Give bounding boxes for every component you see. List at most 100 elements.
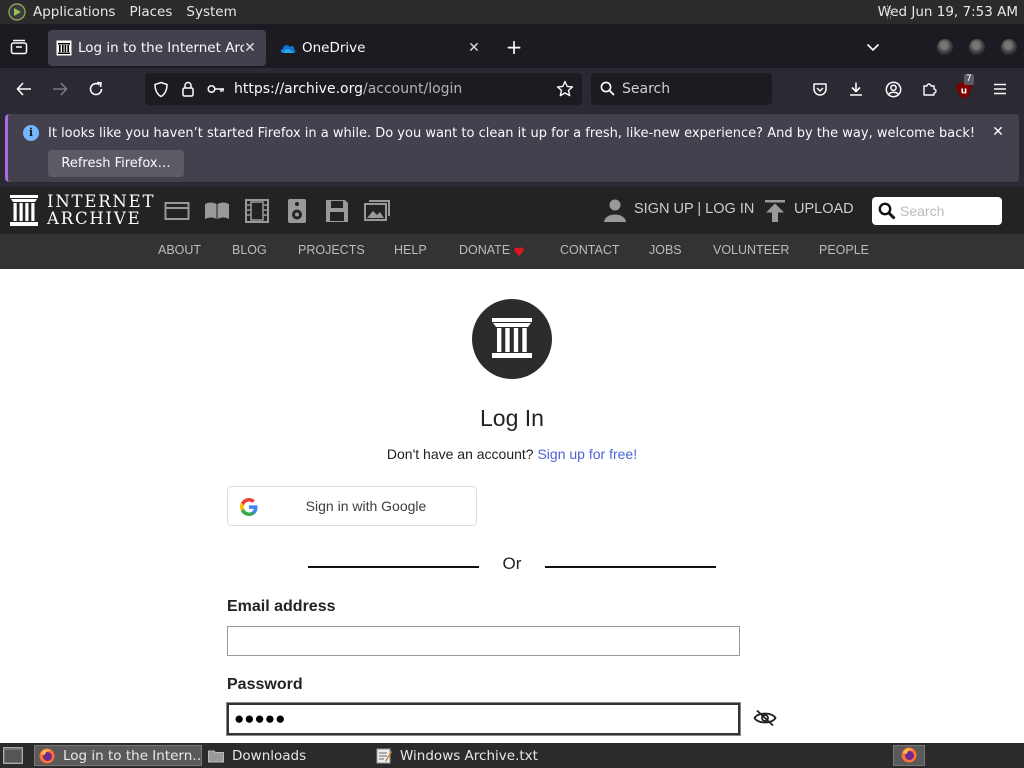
firefox-icon xyxy=(39,748,55,763)
url-path: /account/login xyxy=(362,81,463,97)
shield-icon[interactable] xyxy=(153,81,169,98)
password-mask: ●●●●● xyxy=(234,709,286,728)
refresh-firefox-button[interactable]: Refresh Firefox… xyxy=(48,150,184,177)
tab-onedrive[interactable]: OneDrive ✕ xyxy=(274,30,494,66)
forward-button[interactable] xyxy=(49,78,71,100)
hamburger-menu-icon[interactable] xyxy=(989,78,1011,100)
close-icon[interactable]: ✕ xyxy=(240,38,260,58)
back-button[interactable] xyxy=(13,78,35,100)
tab-bar: Log in to the Internet Archive ✕ OneDriv… xyxy=(0,24,1024,68)
close-icon[interactable]: ✕ xyxy=(464,38,484,58)
search-icon xyxy=(878,202,896,220)
archive-wordmark-line1: INTERNET xyxy=(47,192,156,211)
signup-login-link[interactable]: SIGN UP | LOG IN xyxy=(634,201,754,217)
url-text[interactable]: https://archive.org/account/login xyxy=(234,73,462,105)
signup-link[interactable]: Sign up for free! xyxy=(537,446,637,462)
nav-volunteer[interactable]: VOLUNTEER xyxy=(713,234,789,267)
close-icon[interactable]: ✕ xyxy=(989,123,1007,141)
nav-jobs[interactable]: JOBS xyxy=(649,234,682,267)
or-divider-text: Or xyxy=(502,554,522,573)
google-button-label: Sign in with Google xyxy=(305,498,427,514)
applications-logo-icon[interactable] xyxy=(8,3,26,21)
tab-title: OneDrive xyxy=(302,40,366,56)
archive-subnav: ABOUT BLOG PROJECTS HELP DONATE CONTACT … xyxy=(0,234,1024,269)
task-label: Windows Archive.txt… xyxy=(400,747,538,764)
archive-wordmark[interactable]: INTERNET ARCHIVE xyxy=(47,193,155,227)
extensions-puzzle-icon[interactable] xyxy=(918,78,940,100)
downloads-icon[interactable] xyxy=(845,78,867,100)
svg-text:u: u xyxy=(961,87,967,97)
ublock-badge: 7 xyxy=(964,74,974,85)
software-floppy-icon[interactable] xyxy=(324,199,350,223)
nav-projects[interactable]: PROJECTS xyxy=(298,234,365,267)
tab-manager-icon[interactable] xyxy=(8,36,30,58)
notification-message: It looks like you haven’t started Firefo… xyxy=(48,126,976,141)
archive-header: INTERNET ARCHIVE SIGN UP | LOG IN UPLOAD… xyxy=(0,187,1024,234)
eye-slash-icon[interactable] xyxy=(753,709,777,727)
window-maximize-button[interactable] xyxy=(969,39,985,55)
email-field[interactable] xyxy=(227,626,740,656)
web-icon[interactable] xyxy=(164,199,190,223)
audio-speaker-icon[interactable] xyxy=(284,199,310,223)
nav-about[interactable]: ABOUT xyxy=(158,234,201,267)
nav-help[interactable]: HELP xyxy=(394,234,427,267)
archive-search-input[interactable]: Search xyxy=(872,197,1002,225)
tab-archive-login[interactable]: Log in to the Internet Archive ✕ xyxy=(48,30,266,66)
tab-title: Log in to the Internet Archive xyxy=(78,40,244,56)
video-film-icon[interactable] xyxy=(244,199,270,223)
reload-button[interactable] xyxy=(85,78,107,100)
info-icon: i xyxy=(23,125,39,141)
nav-donate[interactable]: DONATE xyxy=(459,234,510,267)
nav-contact[interactable]: CONTACT xyxy=(560,234,620,267)
text-editor-icon xyxy=(376,748,392,763)
new-tab-button[interactable]: + xyxy=(503,35,525,59)
clock[interactable]: Wed Jun 19, 7:53 AM xyxy=(878,0,1018,24)
signup-prompt: Don't have an account? Sign up for free! xyxy=(0,446,1024,462)
account-icon[interactable] xyxy=(882,78,904,100)
firefox-icon xyxy=(901,747,917,763)
workspace-switcher[interactable] xyxy=(893,745,925,766)
menu-system[interactable]: System xyxy=(179,0,243,24)
heart-icon xyxy=(514,247,524,256)
bottom-taskbar: Log in to the Intern… Downloads Windows … xyxy=(0,743,1024,768)
folder-icon xyxy=(208,750,224,762)
divider-right xyxy=(545,566,716,568)
nav-blog[interactable]: BLOG xyxy=(232,234,267,267)
window-close-button[interactable] xyxy=(1001,39,1017,55)
images-icon[interactable] xyxy=(364,199,390,223)
user-icon[interactable] xyxy=(604,198,626,222)
browser-search-placeholder: Search xyxy=(622,81,671,97)
menu-places[interactable]: Places xyxy=(122,0,179,24)
task-downloads[interactable]: Downloads xyxy=(204,745,370,766)
show-desktop-icon[interactable] xyxy=(3,747,23,764)
key-icon[interactable] xyxy=(207,84,225,94)
ublock-origin-icon[interactable]: u 7 xyxy=(953,74,979,102)
lock-icon[interactable] xyxy=(181,81,195,97)
task-label: Log in to the Intern… xyxy=(63,747,202,764)
nav-people[interactable]: PEOPLE xyxy=(819,234,869,267)
google-signin-button[interactable]: Sign in with Google xyxy=(227,486,477,526)
top-panel: Applications Places System Wed Jun 19, 7… xyxy=(0,0,1024,24)
upload-icon[interactable] xyxy=(765,200,785,222)
password-field[interactable]: ●●●●● xyxy=(226,702,741,736)
task-label: Downloads xyxy=(232,747,307,764)
email-label: Email address xyxy=(227,598,336,615)
url-bar[interactable]: https://archive.org/account/login xyxy=(145,73,582,105)
task-text-editor[interactable]: Windows Archive.txt… xyxy=(372,745,538,766)
texts-book-icon[interactable] xyxy=(204,199,230,223)
browser-search-bar[interactable]: Search xyxy=(591,73,772,105)
upload-link[interactable]: UPLOAD xyxy=(794,201,854,217)
task-firefox[interactable]: Log in to the Intern… xyxy=(34,745,202,766)
nav-bar: https://archive.org/account/login Search… xyxy=(0,68,1024,110)
archive-logo-icon[interactable] xyxy=(10,195,38,226)
chevron-down-icon[interactable] xyxy=(862,36,884,58)
url-host: https://archive.org xyxy=(234,81,363,97)
bookmark-star-icon[interactable] xyxy=(556,80,574,98)
archive-icon xyxy=(56,40,72,56)
pocket-icon[interactable] xyxy=(809,78,831,100)
refresh-notification: i It looks like you haven’t started Fire… xyxy=(5,114,1019,182)
onedrive-icon xyxy=(280,45,296,53)
menu-applications[interactable]: Applications xyxy=(26,0,122,24)
window-minimize-button[interactable] xyxy=(937,39,953,55)
archive-wordmark-line2: ARCHIVE xyxy=(47,209,142,228)
